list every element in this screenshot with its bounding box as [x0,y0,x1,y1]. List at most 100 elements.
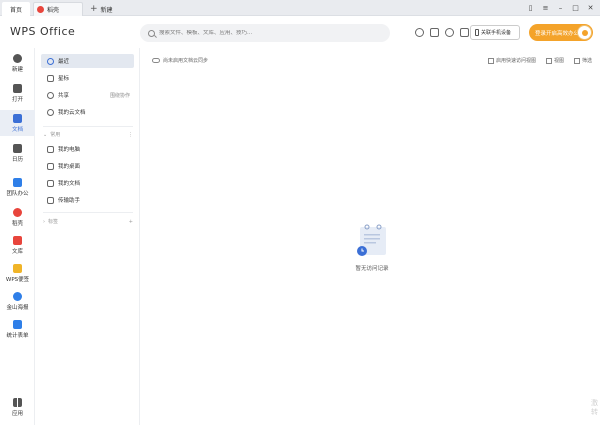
rail-apps[interactable]: 应用 [0,398,35,417]
view-button[interactable]: 视图 [545,57,564,64]
section-common-label: 常用 [50,132,61,138]
section-tags-label: 标签 [48,219,59,225]
transfer-icon [47,196,54,204]
layout-icon[interactable]: ▯ [525,2,536,13]
clock-icon [47,57,54,65]
new-icon [13,54,22,63]
nav-transfer-label: 传输助手 [58,198,81,204]
app-header: WPS Office 关联手机设备 登录开启高效办公 [0,16,600,48]
nav-my-computer-label: 我的电脑 [58,147,81,153]
rail-daoke[interactable]: 稻壳 [0,208,35,227]
tab-daoke[interactable]: 稻壳 [33,2,83,16]
nav-item-share[interactable]: 共享 围绕协作 [41,88,134,102]
login-button[interactable]: 登录开启高效办公 [529,24,593,41]
nav-my-documents-label: 我的文档 [58,181,81,187]
watermark-line-2: 转 [591,408,598,416]
quick-access-label: 启用快速访问视图 [495,58,536,64]
rail-poster-label: 金山海报 [6,305,29,311]
cloud-icon [152,58,160,63]
activation-watermark: 激 转 [591,399,598,417]
filter-icon [573,57,580,64]
rail-notes[interactable]: WPS便签 [0,264,35,283]
rail-docs[interactable]: 文档 [0,110,35,136]
new-tab-button[interactable]: + 新建 [88,2,124,16]
rail-open-label: 打开 [11,97,23,103]
nav-item-recent[interactable]: 最近 [41,54,134,68]
close-icon[interactable]: ✕ [585,2,596,13]
message-icon[interactable] [460,28,469,37]
skin-icon[interactable] [430,28,439,37]
add-tag-icon[interactable]: + [129,219,133,225]
daoke-icon [13,208,22,217]
nav-item-my-documents[interactable]: 我的文档 [41,176,134,190]
new-tab-label: 新建 [100,6,113,14]
watermark-line-1: 激 [591,399,598,407]
document-icon [13,114,22,123]
cloud-sync-text: 尚未启用文档云同步 [163,58,209,64]
rail-new[interactable]: 新建 [0,54,35,73]
rail-open[interactable]: 打开 [0,84,35,103]
plus-icon: + [90,3,98,14]
rail-library[interactable]: 文库 [0,236,35,255]
view-icon [545,57,552,64]
search-bar[interactable] [140,24,390,42]
nav-star-label: 星标 [58,76,70,82]
nav-item-star[interactable]: 星标 [41,71,134,85]
view-toolbar: 启用快速访问视图 视图 筛选 [487,57,592,64]
rail-apps-label: 应用 [11,411,23,417]
settings-icon[interactable] [445,28,454,37]
left-rail: 新建 打开 文档 日历 团队办公 稻壳 文库 WPS便签 金山海报 统计表单 应… [0,48,35,425]
view-label: 视图 [553,58,564,64]
wps-office-window: 首页 稻壳 + 新建 ▯ ≡ – □ ✕ WPS Office 搜索文件、模板、… [0,0,600,425]
divider [43,212,133,213]
section-common[interactable]: ⌄ 常用 ⋮ [43,131,133,139]
quick-access-button[interactable]: 启用快速访问视图 [487,57,536,64]
section-tags[interactable]: › 标签 + [43,218,133,226]
tab-home[interactable]: 首页 [2,2,30,16]
nav-item-transfer[interactable]: 传输助手 [41,193,134,207]
link-phone-label: 关联手机设备 [481,30,512,36]
more-icon[interactable]: ≡ [540,2,551,13]
rail-stats[interactable]: 统计表单 [0,320,35,339]
rail-docs-label: 文档 [11,127,23,133]
rail-poster[interactable]: 金山海报 [0,292,35,311]
nav-item-cloud-docs[interactable]: 我的云文档 [41,105,134,119]
nav-share-collab[interactable]: 围绕协作 [110,92,130,99]
folder-icon [13,84,22,93]
notes-icon [13,264,22,273]
minimize-icon[interactable]: – [555,2,566,13]
nav-item-my-computer[interactable]: 我的电脑 [41,142,134,156]
rail-daoke-label: 稻壳 [11,221,23,227]
nav-cloud-docs-label: 我的云文档 [58,110,86,116]
rail-team[interactable]: 团队办公 [0,178,35,197]
sync-icon[interactable] [415,28,424,37]
empty-state: 暂无访问记录 [352,222,392,272]
rail-new-label: 新建 [11,67,23,73]
quick-access-icon [487,57,494,64]
divider [43,126,133,127]
wps-logo: WPS Office [10,25,76,38]
cloud-icon [47,108,54,116]
more-vertical-icon[interactable]: ⋮ [128,132,133,138]
desktop-icon [47,162,54,170]
search-icon [148,29,155,37]
chevron-down-icon: ⌄ [43,131,48,138]
window-controls: ▯ ≡ – □ ✕ [525,2,596,13]
link-phone-button[interactable]: 关联手机设备 [470,25,520,40]
team-icon [13,178,22,187]
filter-button[interactable]: 筛选 [573,57,592,64]
cloud-sync-notice[interactable]: 尚未启用文档云同步 [152,57,208,64]
calendar-icon [13,144,22,153]
rail-calendar-label: 日历 [11,157,23,163]
search-input[interactable] [159,30,379,36]
avatar [577,25,592,40]
daoke-icon [37,6,44,13]
login-label: 登录开启高效办公 [535,30,580,37]
maximize-icon[interactable]: □ [570,2,581,13]
apps-grid-icon [13,398,22,407]
star-icon [47,74,54,82]
rail-calendar[interactable]: 日历 [0,144,35,163]
filter-label: 筛选 [581,58,592,64]
empty-state-text: 暂无访问记录 [355,266,389,272]
nav-item-my-desktop[interactable]: 我的桌面 [41,159,134,173]
